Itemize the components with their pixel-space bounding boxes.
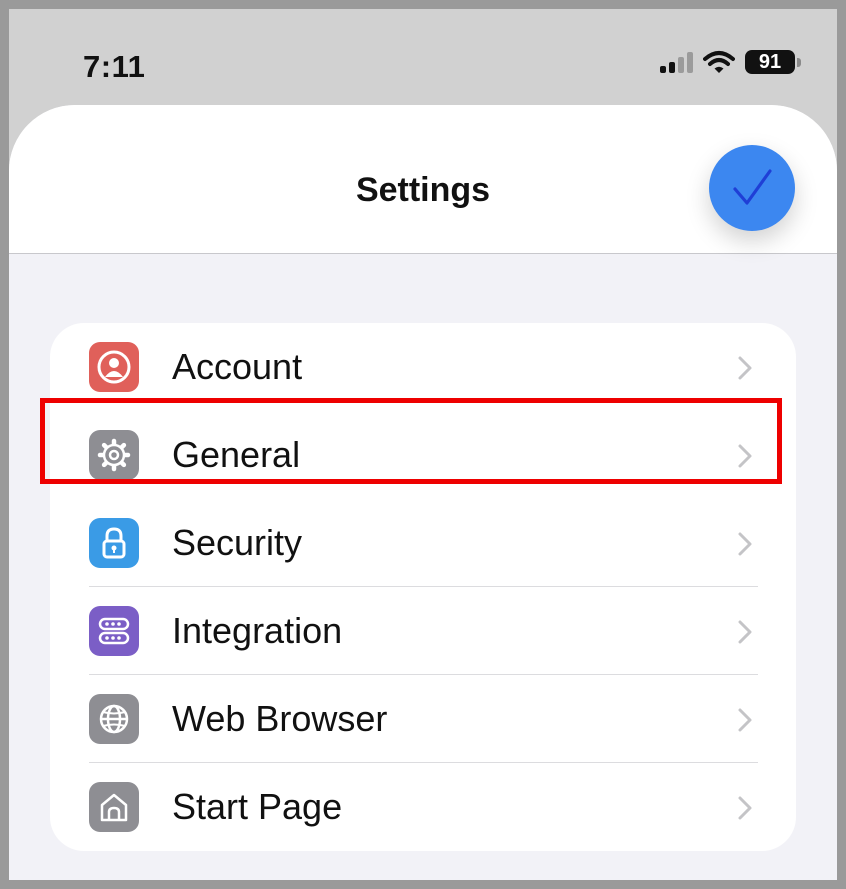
settings-item-label: Web Browser: [172, 698, 388, 739]
cellular-signal-icon: [660, 51, 693, 73]
wifi-icon: [703, 51, 735, 73]
settings-item-label: Integration: [172, 610, 343, 651]
settings-item-label: Start Page: [172, 786, 343, 827]
status-indicators: 91: [660, 47, 801, 77]
settings-item-integration[interactable]: Integration: [50, 587, 796, 675]
gear-icon: [89, 430, 139, 480]
globe-icon: [89, 694, 139, 744]
battery-level: 91: [745, 50, 795, 74]
house-icon: [89, 782, 139, 832]
done-button[interactable]: [709, 145, 795, 231]
chevron-right-icon: [738, 444, 752, 468]
settings-item-label: Account: [172, 346, 303, 387]
settings-item-general[interactable]: General: [50, 411, 796, 499]
settings-item-security[interactable]: Security: [50, 499, 796, 587]
settings-item-web-browser[interactable]: Web Browser: [50, 675, 796, 763]
settings-list: Account General Security Integration Web…: [50, 323, 796, 851]
chevron-right-icon: [738, 796, 752, 820]
settings-item-account[interactable]: Account: [50, 323, 796, 411]
chevron-right-icon: [738, 532, 752, 556]
battery-icon: 91: [745, 50, 801, 74]
settings-item-label: General: [172, 434, 301, 475]
phone-screen: 7:11 91 Settings Account General Securit…: [9, 9, 837, 880]
lock-icon: [89, 518, 139, 568]
chevron-right-icon: [738, 356, 752, 380]
sheet-header: Settings: [9, 105, 837, 254]
server-icon: [89, 606, 139, 656]
settings-sheet: Settings Account General Security Integr…: [9, 105, 837, 880]
chevron-right-icon: [738, 620, 752, 644]
checkmark-icon: [733, 169, 772, 205]
person-circle-icon: [89, 342, 139, 392]
chevron-right-icon: [738, 708, 752, 732]
settings-item-label: Security: [172, 522, 303, 563]
status-time: 7:11: [83, 49, 146, 84]
settings-item-start-page[interactable]: Start Page: [50, 763, 796, 851]
